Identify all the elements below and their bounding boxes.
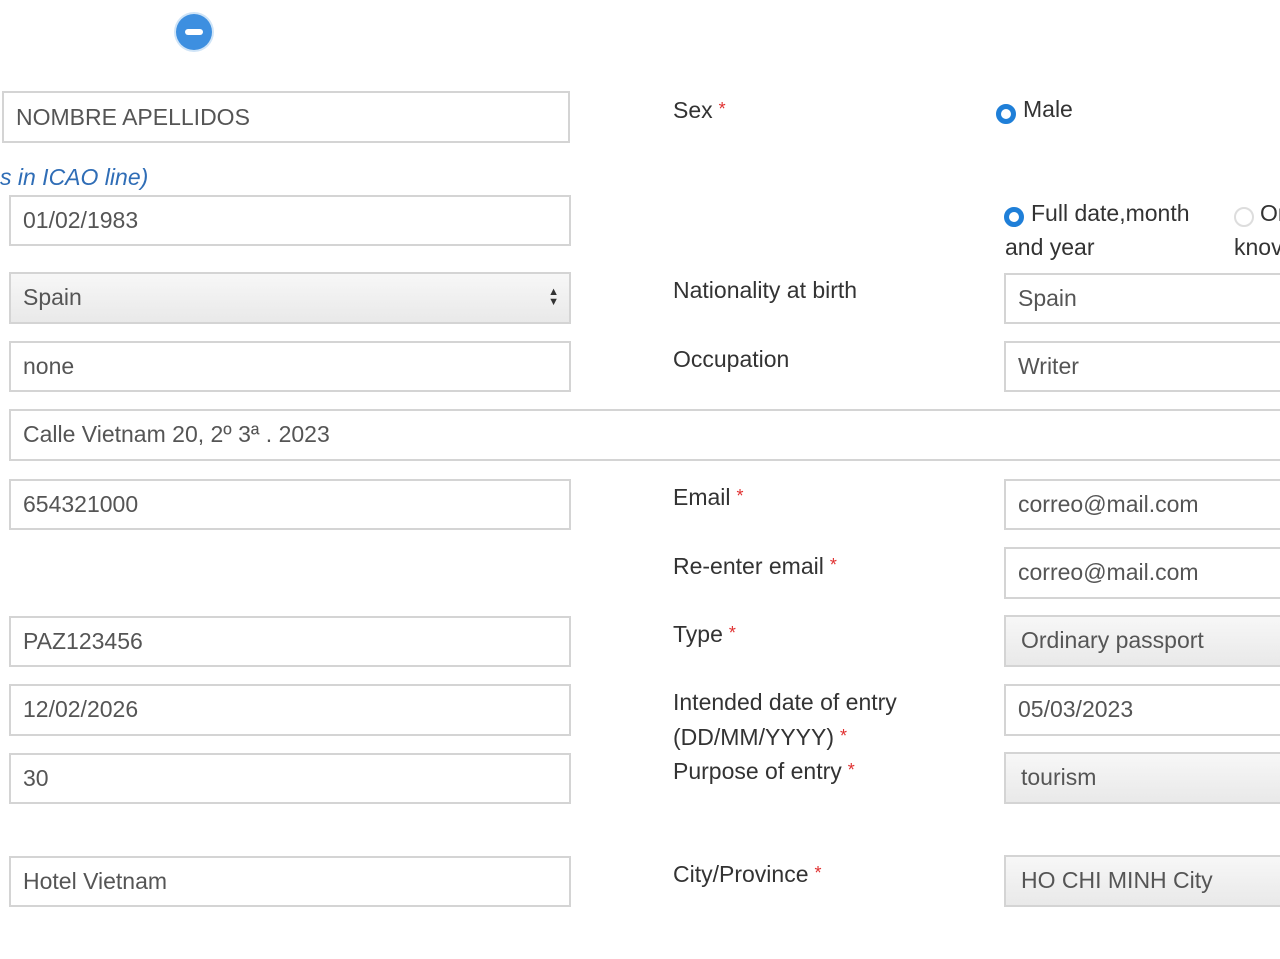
required-mark: * (847, 760, 855, 780)
passport-type-select[interactable]: Ordinary passport (1004, 615, 1280, 667)
sex-male-radio[interactable] (996, 104, 1016, 124)
passport-number-input[interactable]: PAZ123456 (9, 616, 571, 667)
required-mark: * (829, 555, 837, 575)
entry-date-label-line1: Intended date of entry (673, 689, 897, 715)
email-label-text: Email (673, 484, 731, 510)
type-label: Type * (673, 616, 736, 651)
city-label-text: City/Province (673, 861, 809, 887)
entry-date-label-line2: (DD/MM/YYYY) * (673, 719, 847, 754)
nationality-select-value: Spain (23, 284, 82, 310)
purpose-label-text: Purpose of entry (673, 758, 842, 784)
dob-other-label-line1: On (1260, 200, 1280, 226)
dob-full-date-label-line2: and year (1005, 234, 1095, 260)
required-mark: * (718, 99, 726, 119)
date-of-birth-input[interactable]: 01/02/1983 (9, 195, 571, 246)
icao-note: s in ICAO line) (0, 164, 149, 190)
city-select[interactable]: HO CHI MINH City (1004, 855, 1280, 907)
select-arrows-icon: ▲ ▼ (548, 286, 559, 308)
purpose-label: Purpose of entry * (673, 753, 855, 788)
occupation-input[interactable]: Writer (1004, 341, 1280, 392)
type-label-text: Type (673, 621, 723, 647)
required-mark: * (814, 863, 822, 883)
address-input[interactable]: Calle Vietnam 20, 2º 3ª . 2023 (9, 409, 1280, 461)
sex-male-label: Male (1023, 96, 1073, 122)
nationality-at-birth-input[interactable]: Spain (1004, 273, 1280, 324)
nationality-at-birth-label: Nationality at birth (673, 277, 858, 303)
purpose-select[interactable]: tourism (1004, 752, 1280, 804)
occupation-label: Occupation (673, 346, 790, 372)
entry-date-input[interactable]: 05/03/2023 (1004, 684, 1280, 736)
email-label: Email * (673, 479, 744, 514)
accommodation-input[interactable]: Hotel Vietnam (9, 856, 571, 907)
reenter-email-input[interactable]: correo@mail.com (1004, 547, 1280, 599)
required-mark: * (728, 623, 736, 643)
city-label: City/Province * (673, 856, 822, 891)
entry-date-label-line2-text: (DD/MM/YYYY) (673, 724, 834, 750)
duration-input[interactable]: 30 (9, 753, 571, 804)
dob-other-radio[interactable] (1234, 207, 1254, 227)
sex-label-text: Sex (673, 97, 713, 123)
dob-full-date-label-line1: Full date,month (1031, 200, 1190, 226)
passport-expiry-input[interactable]: 12/02/2026 (9, 684, 571, 736)
dob-full-date-radio[interactable] (1004, 207, 1024, 227)
full-name-input[interactable]: NOMBRE APELLIDOS (2, 91, 570, 143)
reenter-email-label: Re-enter email * (673, 548, 837, 583)
required-mark: * (840, 726, 848, 746)
email-input[interactable]: correo@mail.com (1004, 479, 1280, 530)
other-nationality-input[interactable]: none (9, 341, 571, 392)
reenter-email-label-text: Re-enter email (673, 553, 824, 579)
phone-input[interactable]: 654321000 (9, 479, 571, 530)
nationality-select[interactable]: Spain ▲ ▼ (9, 272, 571, 324)
dob-other-label-line2: knov (1234, 234, 1280, 260)
sex-label: Sex * (673, 92, 726, 127)
required-mark: * (736, 486, 744, 506)
remove-minus-icon[interactable] (176, 14, 212, 50)
